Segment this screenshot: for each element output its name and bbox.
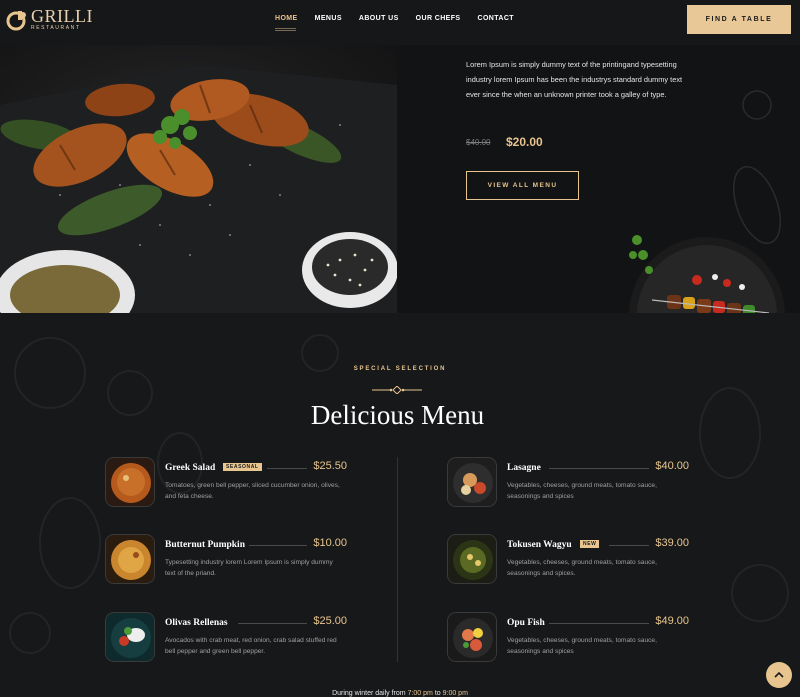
dish-leader-line — [549, 623, 649, 624]
nav-item-menus[interactable]: MENUS — [315, 15, 342, 22]
hero-description: Lorem Ipsum is simply dummy text of the … — [466, 60, 683, 100]
dish-price: $40.00 — [655, 460, 689, 472]
dish-description: Vegetables, cheeses, ground meats, tomat… — [507, 559, 657, 577]
active-underline — [275, 28, 296, 31]
ornament-divider-icon — [372, 381, 422, 395]
dish-leader-line — [249, 545, 307, 546]
dish-image — [447, 534, 497, 584]
hours-from: 7:00 pm — [407, 690, 433, 697]
dish-name: Olivas Rellenas — [165, 618, 228, 628]
dish-price: $25.00 — [313, 615, 347, 627]
hours-note: During winter daily from 7:00 pm to 9:00… — [0, 690, 800, 697]
menu-item-greek-salad[interactable]: Greek Salad SEASONAL $25.50 Tomatoes, gr… — [105, 457, 355, 509]
dish-leader-line — [238, 623, 307, 624]
nav-item-about-us[interactable]: ABOUT US — [359, 15, 399, 22]
menu-title: Delicious Menu — [310, 400, 485, 430]
dish-image — [105, 534, 155, 584]
dish-name: Lasagne — [507, 463, 541, 473]
nav-item-label: HOME — [275, 15, 298, 22]
menu-item-olivas-rellenas[interactable]: Olivas Rellenas $25.00 Avocados with cra… — [105, 612, 355, 664]
scroll-to-top-button[interactable] — [766, 662, 792, 688]
menu-item-lasagne[interactable]: Lasagne $40.00 Vegetables, cheeses, grou… — [447, 457, 697, 509]
dish-name: Butternut Pumpkin — [165, 540, 245, 550]
chevron-up-icon — [774, 666, 784, 684]
dish-image — [105, 457, 155, 507]
dish-leader-line — [549, 468, 649, 469]
dish-name: Tokusen Wagyu — [507, 540, 572, 550]
nav-item-contact[interactable]: CONTACT — [477, 15, 514, 22]
dish-badge: NEW — [580, 540, 600, 548]
dish-description: Typesetting industry lorem Lorem Ipsum i… — [165, 559, 333, 577]
dish-image — [447, 457, 497, 507]
dish-name: Opu Fish — [507, 618, 545, 628]
menu-item-butternut-pumpkin[interactable]: Butternut Pumpkin $10.00 Typesetting ind… — [105, 534, 355, 586]
menu-item-opu-fish[interactable]: Opu Fish $49.00 Vegetables, cheeses, gro… — [447, 612, 697, 664]
dish-price: $25.50 — [313, 460, 347, 472]
dish-price: $10.00 — [313, 537, 347, 549]
hours-to: 9:00 pm — [442, 690, 468, 697]
dish-image — [105, 612, 155, 662]
nav-item-home[interactable]: HOME — [275, 15, 298, 31]
section-eyebrow: SPECIAL SELECTION — [353, 366, 447, 372]
dish-description: Vegetables, cheeses, ground meats, tomat… — [507, 637, 657, 655]
dish-price: $39.00 — [655, 537, 689, 549]
nav-item-our-chefs[interactable]: OUR CHEFS — [416, 15, 461, 22]
dish-name: Greek Salad — [165, 463, 216, 473]
column-divider — [397, 457, 398, 662]
dish-price: $49.00 — [655, 615, 689, 627]
dish-badge: SEASONAL — [223, 463, 262, 471]
hours-prefix: During winter daily from — [332, 690, 406, 697]
dish-image — [447, 612, 497, 662]
hours-mid: to — [434, 690, 441, 697]
old-price: $40.00 — [466, 138, 491, 147]
new-price: $20.00 — [506, 135, 543, 149]
site-header: GRILLI RESTAURANT HOME MENUS ABOUT US OU… — [0, 0, 800, 45]
find-a-table-button[interactable]: FIND A TABLE — [687, 5, 791, 34]
dish-description: Vegetables, cheeses, ground meats, tomat… — [507, 482, 657, 500]
logo-name: GRILLI — [31, 6, 93, 26]
dish-leader-line — [609, 545, 649, 546]
menu-item-tokusen-wagyu[interactable]: Tokusen Wagyu NEW $39.00 Vegetables, che… — [447, 534, 697, 586]
dish-description: Tomatoes, green bell pepper, sliced cucu… — [165, 482, 340, 500]
logo-mark-icon — [6, 9, 28, 31]
dish-leader-line — [267, 468, 307, 469]
main-nav: HOME MENUS ABOUT US OUR CHEFS CONTACT — [275, 15, 531, 31]
logo[interactable]: GRILLI RESTAURANT — [6, 6, 93, 31]
dish-description: Avocados with crab meat, red onion, crab… — [165, 637, 337, 655]
view-all-menu-button[interactable]: VIEW ALL MENU — [466, 171, 579, 200]
hero-food-image — [0, 45, 397, 313]
